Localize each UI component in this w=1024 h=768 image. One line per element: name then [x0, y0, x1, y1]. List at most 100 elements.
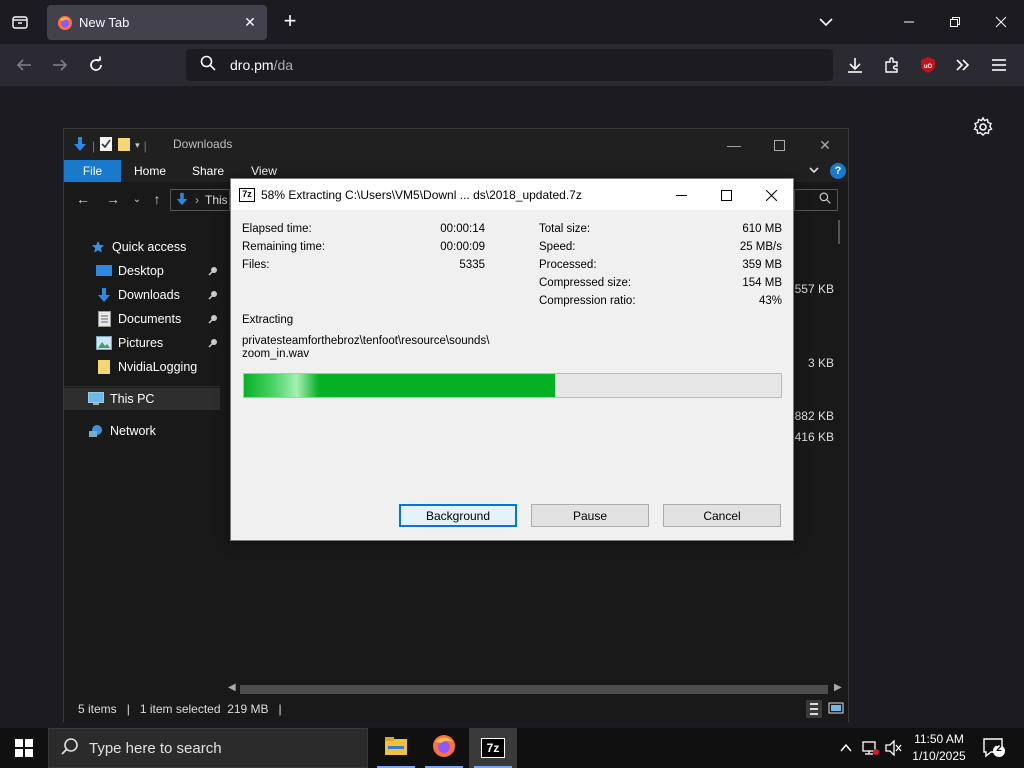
- nav-network[interactable]: Network: [64, 420, 220, 442]
- taskbar-search[interactable]: Type here to search: [48, 728, 368, 768]
- file-size: 557 KB: [794, 282, 834, 296]
- taskbar-clock[interactable]: 11:50 AM 1/10/2025: [900, 731, 978, 765]
- back-icon[interactable]: [11, 52, 37, 78]
- ribbon-tab-share[interactable]: Share: [184, 160, 232, 182]
- nav-downloads[interactable]: Downloads: [64, 284, 220, 306]
- ublock-icon[interactable]: uO: [915, 52, 941, 78]
- nav-this-pc[interactable]: This PC: [64, 388, 220, 410]
- close-icon[interactable]: [756, 183, 786, 207]
- nav-desktop[interactable]: Desktop: [64, 260, 220, 282]
- help-icon[interactable]: ?: [830, 163, 846, 179]
- details-view-icon[interactable]: [806, 700, 822, 721]
- nav-separator: [64, 386, 220, 387]
- chevron-down-icon[interactable]: [807, 163, 821, 180]
- reload-icon[interactable]: [83, 52, 109, 78]
- current-file-path: privatesteamforthebroz\tenfoot\resource\…: [242, 335, 490, 347]
- elapsed-time-value: 00:00:14: [440, 223, 485, 235]
- maximize-icon[interactable]: [711, 183, 741, 207]
- restore-icon[interactable]: [941, 8, 969, 36]
- ribbon-tab-file[interactable]: File: [64, 160, 121, 182]
- firefox-icon: [432, 734, 456, 763]
- quick-access-toolbar: | ▾ |: [72, 136, 147, 155]
- menu-icon[interactable]: [986, 52, 1012, 78]
- extraction-progress-bar: [243, 373, 782, 398]
- close-icon[interactable]: ✕: [815, 135, 835, 155]
- nav-label: Pictures: [118, 336, 164, 350]
- background-button[interactable]: Background: [399, 504, 517, 527]
- total-size-value: 610 MB: [742, 223, 782, 235]
- extracting-label: Extracting: [242, 314, 294, 326]
- gear-icon[interactable]: [972, 116, 994, 138]
- new-folder-icon[interactable]: [117, 136, 131, 155]
- remaining-time-label: Remaining time:: [242, 241, 326, 253]
- chevron-down-icon[interactable]: [814, 10, 838, 34]
- nav-label: Desktop: [118, 264, 164, 278]
- view-toggle: [806, 700, 844, 721]
- total-size-label: Total size:: [539, 223, 591, 235]
- document-icon: [96, 311, 112, 327]
- pause-button[interactable]: Pause: [531, 504, 649, 527]
- forward-icon[interactable]: →: [104, 190, 122, 208]
- pin-icon: [208, 265, 218, 279]
- notification-icon[interactable]: 2: [982, 736, 1006, 760]
- sevenzip-icon: 7z: [239, 187, 255, 202]
- minimize-icon[interactable]: —: [724, 135, 744, 155]
- svg-text:uO: uO: [924, 64, 933, 70]
- recent-locations-icon[interactable]: ⌄: [128, 190, 146, 208]
- nav-documents[interactable]: Documents: [64, 308, 220, 330]
- network-icon[interactable]: [861, 738, 881, 758]
- file-size: 416 KB: [794, 430, 834, 444]
- compression-ratio-label: Compression ratio:: [539, 295, 636, 307]
- minimize-icon[interactable]: [895, 8, 923, 36]
- scrollbar-thumb[interactable]: [240, 685, 828, 694]
- ribbon-tab-home[interactable]: Home: [126, 160, 174, 182]
- close-window-icon[interactable]: [987, 8, 1015, 36]
- taskbar-firefox[interactable]: [420, 728, 468, 768]
- files-value: 5335: [459, 259, 485, 271]
- nav-nvidialogging[interactable]: NvidiaLogging: [64, 356, 220, 378]
- windows-logo-icon[interactable]: [0, 728, 48, 768]
- plus-icon[interactable]: +: [278, 10, 302, 34]
- extraction-progress-dialog: 7z 58% Extracting C:\Users\VM5\Downl ...…: [230, 178, 794, 541]
- nav-quick-access[interactable]: Quick access: [64, 236, 220, 258]
- maximize-icon[interactable]: [769, 135, 789, 155]
- scroll-right-icon[interactable]: ▶: [834, 682, 842, 693]
- explorer-search[interactable]: [794, 189, 838, 211]
- properties-icon[interactable]: [99, 136, 113, 155]
- customize-toolbar-icon[interactable]: ▾: [135, 140, 140, 151]
- explorer-navigation-pane: Quick access Desktop Downloads Documents…: [64, 216, 220, 694]
- url-bar[interactable]: dro.pm/da: [186, 49, 833, 81]
- vertical-scrollbar[interactable]: [838, 220, 840, 244]
- chevron-up-icon[interactable]: [836, 738, 856, 758]
- nav-label: This PC: [110, 392, 155, 406]
- minimize-icon[interactable]: [666, 183, 696, 207]
- close-icon[interactable]: ✕: [241, 13, 259, 31]
- large-icons-view-icon[interactable]: [828, 700, 844, 721]
- address-path[interactable]: › This: [170, 189, 230, 211]
- network-icon: [88, 423, 104, 439]
- overflow-icon[interactable]: [950, 52, 976, 78]
- processed-label: Processed:: [539, 259, 597, 271]
- desktop-icon: [96, 263, 112, 279]
- firefox-icon: [57, 15, 73, 31]
- download-arrow-icon: [72, 136, 88, 155]
- current-file-name: zoom_in.wav: [242, 348, 310, 360]
- scroll-left-icon[interactable]: ◀: [228, 682, 236, 693]
- taskbar-file-explorer[interactable]: [372, 728, 420, 768]
- cancel-button[interactable]: Cancel: [663, 504, 781, 527]
- computer-icon: [88, 391, 104, 407]
- download-icon[interactable]: [842, 52, 868, 78]
- nav-pictures[interactable]: Pictures: [64, 332, 220, 354]
- compressed-size-value: 154 MB: [742, 277, 782, 289]
- horizontal-scrollbar[interactable]: ◀ ▶: [222, 682, 848, 696]
- notification-count: 2: [996, 743, 1002, 754]
- tab-list-icon[interactable]: [6, 10, 34, 34]
- taskbar-7zip[interactable]: 7z: [469, 728, 517, 768]
- forward-icon[interactable]: [47, 52, 73, 78]
- back-icon[interactable]: ←: [74, 190, 92, 208]
- folder-icon: [384, 736, 408, 761]
- up-icon[interactable]: ↑: [148, 190, 166, 208]
- browser-tab[interactable]: New Tab ✕: [47, 5, 267, 40]
- extensions-icon[interactable]: [879, 52, 905, 78]
- compressed-size-label: Compressed size:: [539, 277, 632, 289]
